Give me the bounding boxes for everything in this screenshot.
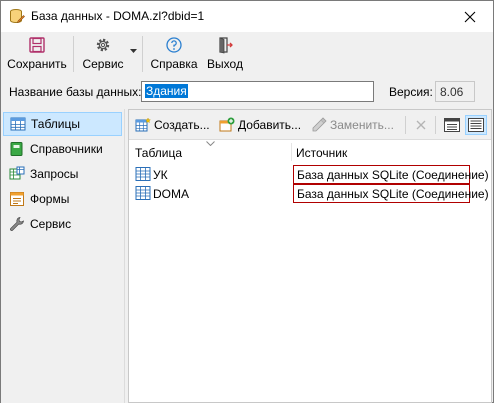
sidebar-item-label: Таблицы	[31, 117, 81, 131]
delete-icon	[416, 120, 426, 130]
grid-header: Таблица Источник	[129, 141, 491, 163]
column-header-source[interactable]: Источник	[296, 146, 347, 160]
sidebar-item-forms[interactable]: Формы	[3, 187, 122, 211]
replace-table-button[interactable]: Заменить...	[311, 115, 394, 135]
sidebar: Таблицы Справочники Запросы Формы Сервис	[1, 109, 124, 403]
help-label: Справка	[150, 57, 198, 71]
sort-chevron-icon[interactable]	[206, 141, 215, 146]
replace-label: Заменить...	[330, 118, 394, 132]
delete-button[interactable]	[410, 115, 432, 135]
database-window: База данных - DOMA.zl?dbid=1 Сохранить С…	[0, 0, 494, 403]
add-table-icon	[219, 117, 235, 132]
service-button[interactable]: Сервис	[81, 34, 125, 74]
add-table-button[interactable]: Добавить...	[219, 115, 301, 135]
add-label: Добавить...	[238, 118, 302, 132]
help-button[interactable]: Справка	[150, 34, 198, 74]
save-icon	[29, 37, 45, 53]
column-divider[interactable]	[291, 143, 292, 161]
toolbar-separator	[73, 36, 74, 72]
database-name-input[interactable]: Здания	[141, 81, 374, 102]
database-name-row: Название базы данных: Здания Версия: 8.0…	[1, 79, 493, 105]
table-row[interactable]: УК База данных SQLite (Соединение)	[129, 165, 491, 184]
sidebar-item-label: Запросы	[30, 167, 79, 181]
details-view-icon	[444, 118, 460, 132]
service-label: Сервис	[82, 57, 124, 71]
help-icon	[166, 37, 182, 53]
replace-icon	[312, 117, 327, 132]
exit-door-icon	[219, 37, 233, 54]
version-label: Версия:	[389, 85, 433, 99]
create-table-icon	[135, 117, 151, 132]
title-bar: База данных - DOMA.zl?dbid=1	[1, 1, 493, 32]
sidebar-item-queries[interactable]: Запросы	[3, 162, 122, 186]
sidebar-item-label: Справочники	[30, 142, 103, 156]
toolbar-separator	[142, 36, 143, 72]
query-icon	[9, 166, 25, 180]
view-list-button[interactable]	[465, 115, 487, 135]
sidebar-item-tables[interactable]: Таблицы	[3, 112, 122, 136]
list-view-icon	[468, 118, 484, 132]
table-source: База данных SQLite (Соединение)	[293, 165, 489, 184]
panel-toolbar: Создать... Добавить... Заменить...	[129, 110, 491, 140]
panel-toolbar-separator	[435, 116, 436, 134]
gear-icon	[96, 38, 110, 52]
book-icon	[10, 142, 23, 156]
table-source: База данных SQLite (Соединение)	[293, 184, 489, 203]
table-name: УК	[153, 168, 168, 182]
table-icon	[10, 117, 26, 131]
sidebar-item-service[interactable]: Сервис	[3, 212, 122, 236]
sidebar-item-directories[interactable]: Справочники	[3, 137, 122, 161]
create-label: Создать...	[154, 118, 210, 132]
database-edit-icon	[10, 9, 25, 23]
database-name-value: Здания	[145, 84, 188, 98]
chevron-down-icon[interactable]	[130, 48, 137, 54]
exit-label: Выход	[207, 57, 243, 71]
column-header-table[interactable]: Таблица	[135, 146, 182, 160]
window-title: База данных - DOMA.zl?dbid=1	[31, 9, 205, 23]
table-row[interactable]: DOMA База данных SQLite (Соединение)	[129, 184, 491, 203]
form-icon	[10, 192, 24, 206]
database-name-label: Название базы данных:	[9, 85, 142, 99]
save-button[interactable]: Сохранить	[7, 34, 67, 74]
view-details-button[interactable]	[441, 115, 463, 135]
tables-panel: Создать... Добавить... Заменить... Табли…	[128, 109, 492, 403]
close-icon	[464, 11, 476, 22]
exit-button[interactable]: Выход	[205, 34, 245, 74]
panel-toolbar-separator	[405, 116, 406, 134]
table-icon	[135, 186, 151, 200]
main-toolbar: Сохранить Сервис Справка Выход	[1, 32, 493, 76]
version-field: 8.06	[435, 81, 475, 102]
create-table-button[interactable]: Создать...	[135, 115, 210, 135]
sidebar-item-label: Формы	[30, 192, 70, 206]
close-button[interactable]	[447, 1, 493, 32]
save-label: Сохранить	[7, 57, 67, 71]
table-name: DOMA	[153, 187, 189, 201]
wrench-icon	[10, 217, 24, 231]
table-icon	[135, 167, 151, 181]
sidebar-item-label: Сервис	[30, 217, 72, 231]
